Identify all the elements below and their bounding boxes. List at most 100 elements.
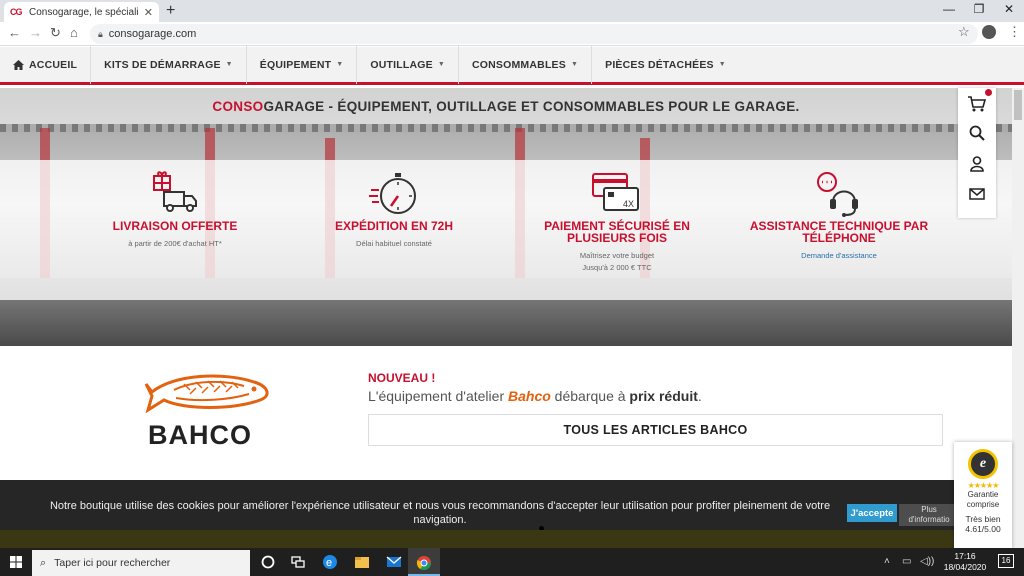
nav-label: ÉQUIPEMENT — [259, 58, 332, 71]
clock-time: 17:16 — [954, 551, 976, 561]
feature-subtitle: Délai habituel constaté — [356, 239, 432, 248]
back-icon[interactable]: ← — [8, 25, 21, 40]
tagline-text: GARAGE - ÉQUIPEMENT, OUTILLAGE ET CONSOM… — [263, 98, 800, 114]
mail-icon[interactable] — [968, 185, 986, 203]
nav-item-kits[interactable]: KITS DE DÉMARRAGE ▼ — [91, 45, 247, 84]
nav-item-outillage[interactable]: OUTILLAGE ▼ — [357, 45, 459, 84]
all-bahco-articles-button[interactable]: TOUS LES ARTICLES BAHCO — [368, 414, 943, 446]
nav-label: CONSOMMABLES — [471, 58, 566, 71]
network-icon[interactable]: ▭ — [902, 556, 911, 567]
clock-date: 18/04/2020 — [943, 562, 987, 572]
profile-icon[interactable] — [982, 25, 996, 39]
nav-label: PIÈCES DÉTACHÉES — [605, 58, 714, 71]
rating-stars: ★★★★★ — [967, 481, 1000, 490]
credit-card-icon: 4X — [512, 170, 722, 218]
cookie-text: Notre boutique utilise des cookies pour … — [49, 500, 831, 526]
feature-expedition: EXPÉDITION EN 72H Délai habituel constat… — [289, 170, 499, 250]
feature-livraison: LIVRAISON OFFERTE à partir de 200€ d'ach… — [70, 170, 280, 250]
notification-center-icon[interactable]: 16 — [998, 554, 1014, 568]
nav-item-pieces[interactable]: PIÈCES DÉTACHÉES ▼ — [592, 46, 739, 84]
feature-title: LIVRAISON OFFERTE — [112, 219, 238, 233]
hero-tagline: CONSO GARAGE - ÉQUIPEMENT, OUTILLAGE ET C… — [0, 88, 1012, 124]
caret-down-icon: ▼ — [718, 61, 726, 68]
site-favicon: CG — [10, 6, 24, 18]
taskbar-clock[interactable]: 17:16 18/04/2020 — [942, 551, 988, 573]
hero-ceiling-truss — [0, 124, 1012, 132]
taskbar-search-placeholder: Taper ici pour rechercher — [54, 557, 171, 569]
promo-text-middle: débarque à — [550, 388, 630, 404]
chrome-icon[interactable] — [416, 555, 432, 571]
page-scrollbar[interactable] — [1012, 88, 1024, 550]
star-icon[interactable]: ☆ — [958, 24, 970, 40]
caret-down-icon: ▼ — [336, 61, 344, 68]
promo-price: prix réduit — [629, 388, 698, 404]
tray-overflow-icon[interactable]: ˄ — [884, 556, 890, 567]
task-view-icon[interactable] — [290, 554, 306, 570]
floating-toolbar — [958, 88, 996, 218]
trust-rating-label: Très bien — [965, 514, 1001, 524]
nav-item-equipement[interactable]: ÉQUIPEMENT ▼ — [247, 45, 358, 84]
promo-text: L'équipement d'atelier Bahco débarque à … — [368, 388, 702, 404]
search-icon[interactable] — [968, 124, 986, 142]
cookie-accept-button[interactable]: J'accepte — [847, 504, 897, 522]
bahco-logo-text: BAHCO — [148, 420, 252, 450]
trusted-shops-badge[interactable]: e ★★★★★ Garantie comprise Très bien 4.61/… — [954, 442, 1012, 548]
nav-item-consommables[interactable]: CONSOMMABLES ▼ — [459, 45, 593, 84]
promo-text-start: L'équipement d'atelier — [368, 388, 508, 404]
feature-subtitle: Maîtrisez votre budget Jusqu'à 2 000 € TT… — [512, 250, 722, 274]
new-tab-icon[interactable]: + — [166, 2, 175, 20]
caret-down-icon: ▼ — [225, 61, 233, 68]
cortana-icon[interactable] — [260, 554, 276, 570]
edge-icon[interactable]: e — [322, 554, 338, 570]
user-icon[interactable] — [968, 155, 986, 173]
nav-label: OUTILLAGE — [370, 58, 433, 71]
taskbar-search-box[interactable]: ⌕ Taper ici pour rechercher — [32, 550, 250, 576]
close-icon[interactable]: ✕ — [996, 2, 1022, 16]
more-info-line2: d'informatio — [908, 515, 950, 524]
features-band: LIVRAISON OFFERTE à partir de 200€ d'ach… — [0, 160, 1012, 300]
home-icon[interactable]: ⌂ — [70, 25, 78, 40]
installment-badge: 4X — [623, 199, 634, 209]
file-explorer-icon[interactable] — [354, 554, 370, 570]
browser-tab-strip: CG Consogarage, le spécialiste franç ✕ +… — [0, 0, 1024, 22]
lock-icon: 🔒︎ — [98, 28, 103, 39]
nav-label: ACCUEIL — [29, 58, 78, 71]
feature-assistance: ASSISTANCE TECHNIQUE PAR TÉLÉPHONE Deman… — [734, 170, 944, 262]
delivery-truck-icon — [70, 170, 280, 218]
search-icon: ⌕ — [40, 556, 47, 569]
browser-tab[interactable]: CG Consogarage, le spécialiste franç ✕ — [4, 2, 159, 22]
page-footer-strip — [0, 530, 1012, 548]
hero-banner: CONSO GARAGE - ÉQUIPEMENT, OUTILLAGE ET C… — [0, 88, 1012, 346]
feature-title: EXPÉDITION EN 72H — [334, 219, 454, 233]
nav-item-accueil[interactable]: ACCUEIL — [0, 45, 92, 84]
cookie-more-info-button[interactable]: Plus d'informatio — [899, 504, 959, 526]
promo-brand: Bahco — [508, 388, 551, 404]
windows-start-icon[interactable] — [10, 556, 22, 568]
reload-icon[interactable]: ↻ — [50, 25, 61, 41]
feature-subtitle-line2: Jusqu'à 2 000 € TTC — [582, 263, 652, 272]
brand-conso: CONSO — [212, 98, 264, 114]
caret-down-icon: ▼ — [437, 61, 445, 68]
cart-badge — [985, 89, 992, 96]
promo-text-end: . — [697, 388, 702, 404]
feature-subtitle: à partir de 200€ d'achat HT* — [128, 239, 222, 248]
nouveau-label: NOUVEAU ! — [368, 371, 436, 385]
address-bar[interactable]: 🔒︎ consogarage.com — [90, 24, 978, 44]
close-tab-icon[interactable]: ✕ — [144, 6, 153, 19]
svg-text:e: e — [326, 557, 332, 569]
site-navigation: ACCUEIL KITS DE DÉMARRAGE ▼ ÉQUIPEMENT ▼ O… — [0, 45, 1024, 85]
scrollbar-thumb[interactable] — [1014, 90, 1022, 120]
forward-icon[interactable]: → — [29, 25, 42, 40]
url-text: consogarage.com — [108, 28, 197, 40]
assistance-link[interactable]: Demande d'assistance — [734, 250, 944, 262]
menu-icon[interactable]: ⋮ — [1008, 24, 1021, 40]
minimize-icon[interactable]: — — [936, 2, 962, 16]
home-icon — [13, 59, 24, 70]
restore-icon[interactable]: ❐ — [966, 2, 992, 16]
volume-icon[interactable]: ◁)) — [920, 556, 934, 567]
more-info-line1: Plus — [921, 505, 937, 514]
trust-label: Garantie comprise — [954, 490, 1012, 510]
caret-down-icon: ▼ — [570, 61, 579, 68]
cart-icon[interactable] — [968, 95, 986, 113]
mail-app-icon[interactable] — [386, 554, 402, 570]
